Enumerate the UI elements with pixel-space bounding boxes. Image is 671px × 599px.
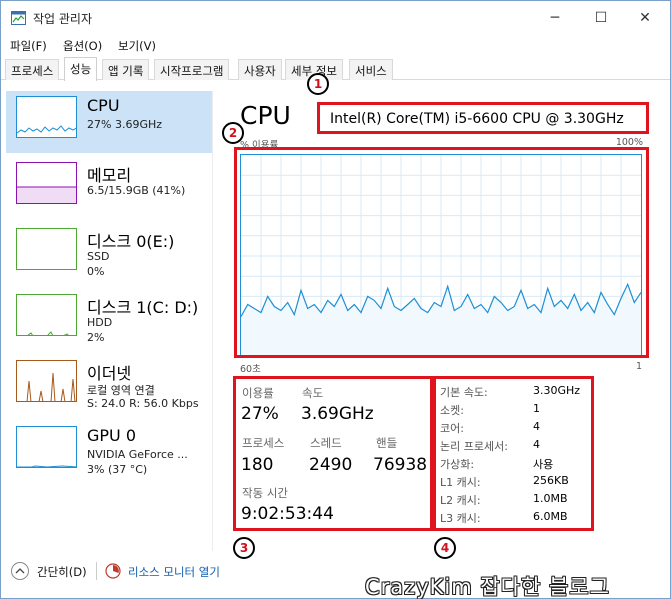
sidebar-item-detail: HDD (87, 316, 113, 329)
watermark-text: CrazyKim 잡다한 블로그 (365, 575, 610, 599)
ethernet-thumbnail-graph (16, 360, 77, 402)
disk0-thumbnail-graph (16, 228, 77, 270)
ethernet-thumbnail-line (26, 372, 76, 401)
resource-sidebar: CPU 27% 3.69GHz 메모리 6.5/15.9GB (41%) 디스크… (1, 91, 213, 551)
cpu-thumbnail-graph (16, 96, 77, 138)
sidebar-item-ethernet[interactable]: 이더넷 로컬 영역 연결 S: 24.0 R: 56.0 Kbps (6, 355, 212, 417)
graph-x-end: 1 (635, 361, 642, 372)
open-resource-monitor-link[interactable]: 리소스 모니터 열기 (128, 564, 220, 580)
task-manager-window: 작업 관리자 ─ ☐ ✕ 파일(F) 옵션(O) 보기(V) 프로세스 성능 앱… (0, 0, 671, 599)
title-bar[interactable]: 작업 관리자 ─ ☐ ✕ (1, 1, 670, 35)
menu-bar: 파일(F) 옵션(O) 보기(V) (1, 35, 670, 57)
window-title: 작업 관리자 (33, 12, 93, 26)
sidebar-item-disk1[interactable]: 디스크 1(C: D:) HDD 2% (6, 289, 212, 351)
sidebar-item-detail: 로컬 영역 연결 (87, 384, 155, 397)
bottom-divider (96, 562, 97, 580)
sidebar-item-memory[interactable]: 메모리 6.5/15.9GB (41%) (6, 157, 212, 219)
sidebar-item-detail: 6.5/15.9GB (41%) (87, 184, 186, 197)
gpu-thumbnail-line (17, 465, 76, 467)
minimize-button[interactable]: ─ (532, 1, 578, 35)
sidebar-item-label: 이더넷 (87, 364, 132, 383)
memory-thumbnail-fill (17, 187, 76, 203)
annotation-badge-1: 1 (307, 73, 329, 95)
annotation-box-stats (233, 376, 433, 531)
annotation-badge-2: 2 (222, 122, 244, 144)
sidebar-item-detail: 2% (87, 331, 105, 344)
disk1-thumbnail-line (27, 331, 69, 335)
sidebar-item-detail: 3% (37 °C) (87, 463, 148, 476)
task-manager-icon (11, 11, 26, 25)
tab-processes[interactable]: 프로세스 (5, 59, 60, 80)
annotation-box-specs (433, 376, 594, 531)
chevron-up-icon[interactable] (11, 562, 29, 580)
memory-thumbnail-graph (16, 162, 77, 204)
sidebar-item-label: CPU (87, 96, 120, 115)
page-title: CPU (240, 101, 291, 130)
cpu-thumbnail-line (17, 125, 76, 134)
sidebar-item-detail: NVIDIA GeForce ... (87, 448, 188, 461)
tab-app-history[interactable]: 앱 기록 (102, 59, 150, 80)
sidebar-item-disk0[interactable]: 디스크 0(E:) SSD 0% (6, 223, 212, 285)
maximize-button[interactable]: ☐ (578, 1, 624, 35)
sidebar-item-detail: 27% 3.69GHz (87, 118, 163, 131)
sidebar-item-detail: SSD (87, 250, 110, 263)
gpu-thumbnail-graph (16, 426, 77, 468)
tab-services[interactable]: 서비스 (349, 59, 393, 80)
fewer-details-button[interactable]: 간단히(D) (37, 564, 87, 580)
menu-file[interactable]: 파일(F) (10, 38, 47, 54)
sidebar-item-label: 디스크 0(E:) (87, 232, 175, 251)
tab-performance[interactable]: 성능 (64, 57, 98, 81)
sidebar-item-label: GPU 0 (87, 426, 137, 445)
menu-options[interactable]: 옵션(O) (63, 38, 102, 54)
tab-users[interactable]: 사용자 (238, 59, 282, 80)
close-button[interactable]: ✕ (622, 1, 668, 35)
tab-startup[interactable]: 시작프로그램 (154, 59, 230, 80)
sidebar-item-cpu[interactable]: CPU 27% 3.69GHz (6, 91, 212, 153)
disk1-thumbnail-graph (16, 294, 77, 336)
sidebar-item-label: 디스크 1(C: D:) (87, 298, 199, 317)
tab-bar: 프로세스 성능 앱 기록 시작프로그램 사용자 세부 정보 서비스 (1, 57, 670, 81)
sidebar-item-detail: 0% (87, 265, 105, 278)
resource-monitor-icon (105, 563, 121, 579)
annotation-box-graph (234, 147, 649, 358)
menu-view[interactable]: 보기(V) (118, 38, 156, 54)
sidebar-item-label: 메모리 (87, 166, 132, 185)
annotation-box-model (317, 102, 649, 134)
sidebar-item-detail: S: 24.0 R: 56.0 Kbps (87, 397, 199, 410)
sidebar-item-gpu[interactable]: GPU 0 NVIDIA GeForce ... 3% (37 °C) (6, 421, 212, 483)
